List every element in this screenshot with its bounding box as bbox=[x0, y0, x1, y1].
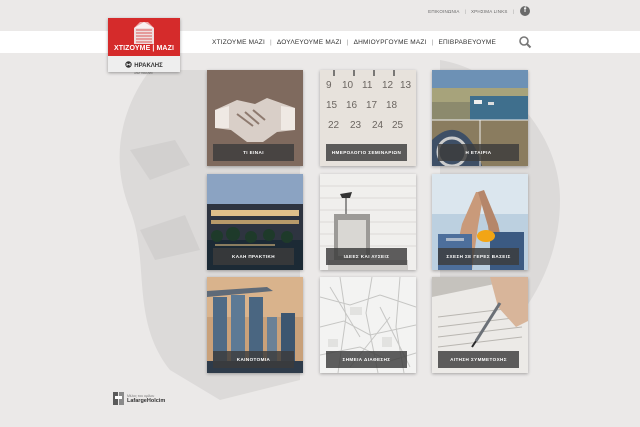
tile-label: ΑΙΤΗΣΗ ΣΥΜΜΕΤΟΧΗΣ bbox=[438, 351, 519, 368]
svg-text:17: 17 bbox=[366, 100, 378, 111]
tile-label: ΚΑΙΝΟΤΟΜΙΑ bbox=[213, 351, 294, 368]
tile-seminar-calendar[interactable]: 9 10 11 12 13 15 16 17 18 22 23 24 25 ΗΜΕΡΟΛΟΓΙΟ Σ… bbox=[320, 70, 416, 166]
logo-brand-strip: ΗΡΑΚΛΗΣ ΑΓΕΤ ΗΡΑΚΛΗΣ bbox=[108, 56, 180, 75]
svg-text:25: 25 bbox=[392, 120, 404, 131]
site-logo[interactable]: ΧΤΙΖΟΥΜΕ | ΜΑΖΙ ΗΡΑΚΛΗΣ ΑΓΕΤ ΗΡΑΚΛΗΣ bbox=[108, 18, 180, 75]
svg-text:13: 13 bbox=[400, 80, 412, 91]
tile-participation-application[interactable]: ΑΙΤΗΣΗ ΣΥΜΜΕΤΟΧΗΣ bbox=[432, 277, 528, 373]
nav-item-reward[interactable]: ΕΠΙΒΡΑΒΕΥΟΥΜΕ bbox=[433, 39, 501, 46]
svg-text:15: 15 bbox=[326, 100, 338, 111]
tile-label: ΤΙ ΕΙΝΑΙ bbox=[213, 144, 294, 161]
svg-text:11: 11 bbox=[362, 80, 373, 91]
tile-the-company[interactable]: Η ΕΤΑΙΡΙΑ bbox=[432, 70, 528, 166]
main-navigation: ΧΤΙΖΟΥΜΕ ΜΑΖΙ | ΔΟΥΛΕΥΟΥΜΕ ΜΑΖΙ | ΔΗΜΙΟΥ… bbox=[207, 31, 501, 53]
tile-label: ΚΑΛΗ ΠΡΑΚΤΙΚΗ bbox=[213, 248, 294, 265]
logo-red-panel: ΧΤΙΖΟΥΜΕ | ΜΑΖΙ bbox=[108, 18, 180, 56]
logo-title: ΧΤΙΖΟΥΜΕ | ΜΑΖΙ bbox=[113, 45, 175, 52]
svg-text:9: 9 bbox=[326, 80, 332, 91]
svg-text:10: 10 bbox=[342, 80, 354, 91]
svg-text:16: 16 bbox=[346, 100, 358, 111]
tile-label: ΣΧΕΣΗ ΣΕ ΓΕΡΕΣ ΒΑΣΕΙΣ bbox=[438, 248, 519, 265]
lafargeholcim-mark-icon bbox=[113, 392, 124, 405]
tile-points-of-sale[interactable]: ΣΗΜΕΙΑ ΔΙΑΘΕΣΗΣ bbox=[320, 277, 416, 373]
useful-links-link[interactable]: ΧΡΗΣΙΜΑ LINKS bbox=[471, 9, 508, 14]
nav-item-work-together[interactable]: ΔΟΥΛΕΥΟΥΜΕ ΜΑΖΙ bbox=[272, 39, 347, 46]
svg-text:23: 23 bbox=[350, 120, 362, 131]
utility-links: ΕΠΙΚΟΙΝΩΝΙΑ | ΧΡΗΣΙΜΑ LINKS | bbox=[428, 6, 514, 16]
separator: | bbox=[512, 8, 514, 14]
building-icon bbox=[134, 22, 154, 44]
tile-ideas-solutions[interactable]: ΙΔΕΕΣ ΚΑΙ ΛΥΣΕΙΣ bbox=[320, 174, 416, 270]
facebook-icon[interactable]: f bbox=[520, 6, 530, 16]
svg-text:22: 22 bbox=[328, 120, 340, 131]
contact-link[interactable]: ΕΠΙΚΟΙΝΩΝΙΑ bbox=[428, 9, 459, 14]
svg-text:24: 24 bbox=[372, 120, 384, 131]
tile-label: Η ΕΤΑΙΡΙΑ bbox=[438, 144, 519, 161]
search-icon[interactable] bbox=[518, 35, 532, 49]
nav-item-build-together[interactable]: ΧΤΙΖΟΥΜΕ ΜΑΖΙ bbox=[207, 39, 270, 46]
lafargeholcim-logo[interactable]: Μέλος του ομίλου LafargeHolcim bbox=[113, 392, 165, 405]
tile-label: ΣΗΜΕΙΑ ΔΙΑΘΕΣΗΣ bbox=[326, 351, 407, 368]
nav-item-create-together[interactable]: ΔΗΜΙΟΥΡΓΟΥΜΕ ΜΑΖΙ bbox=[349, 39, 432, 46]
brand-name: ΗΡΑΚΛΗΣ bbox=[134, 62, 163, 69]
svg-text:18: 18 bbox=[386, 100, 398, 111]
tile-innovation[interactable]: ΚΑΙΝΟΤΟΜΙΑ bbox=[207, 277, 303, 373]
brand-subtitle: ΑΓΕΤ ΗΡΑΚΛΗΣ bbox=[134, 71, 153, 75]
tile-solid-relationship[interactable]: ΣΧΕΣΗ ΣΕ ΓΕΡΕΣ ΒΑΣΕΙΣ bbox=[432, 174, 528, 270]
svg-text:12: 12 bbox=[382, 80, 394, 91]
heracles-mark-icon bbox=[125, 60, 132, 68]
tile-label: ΗΜΕΡΟΛΟΓΙΟ ΣΕΜΙΝΑΡΙΩΝ bbox=[326, 144, 407, 161]
separator: | bbox=[464, 8, 466, 14]
member-of-group-text: Μέλος του ομίλου bbox=[127, 393, 155, 398]
tile-good-practice[interactable]: ΚΑΛΗ ΠΡΑΚΤΙΚΗ bbox=[207, 174, 303, 270]
tile-label: ΙΔΕΕΣ ΚΑΙ ΛΥΣΕΙΣ bbox=[326, 248, 407, 265]
tile-what-is[interactable]: ΤΙ ΕΙΝΑΙ bbox=[207, 70, 303, 166]
group-name: LafargeHolcim bbox=[127, 397, 166, 404]
